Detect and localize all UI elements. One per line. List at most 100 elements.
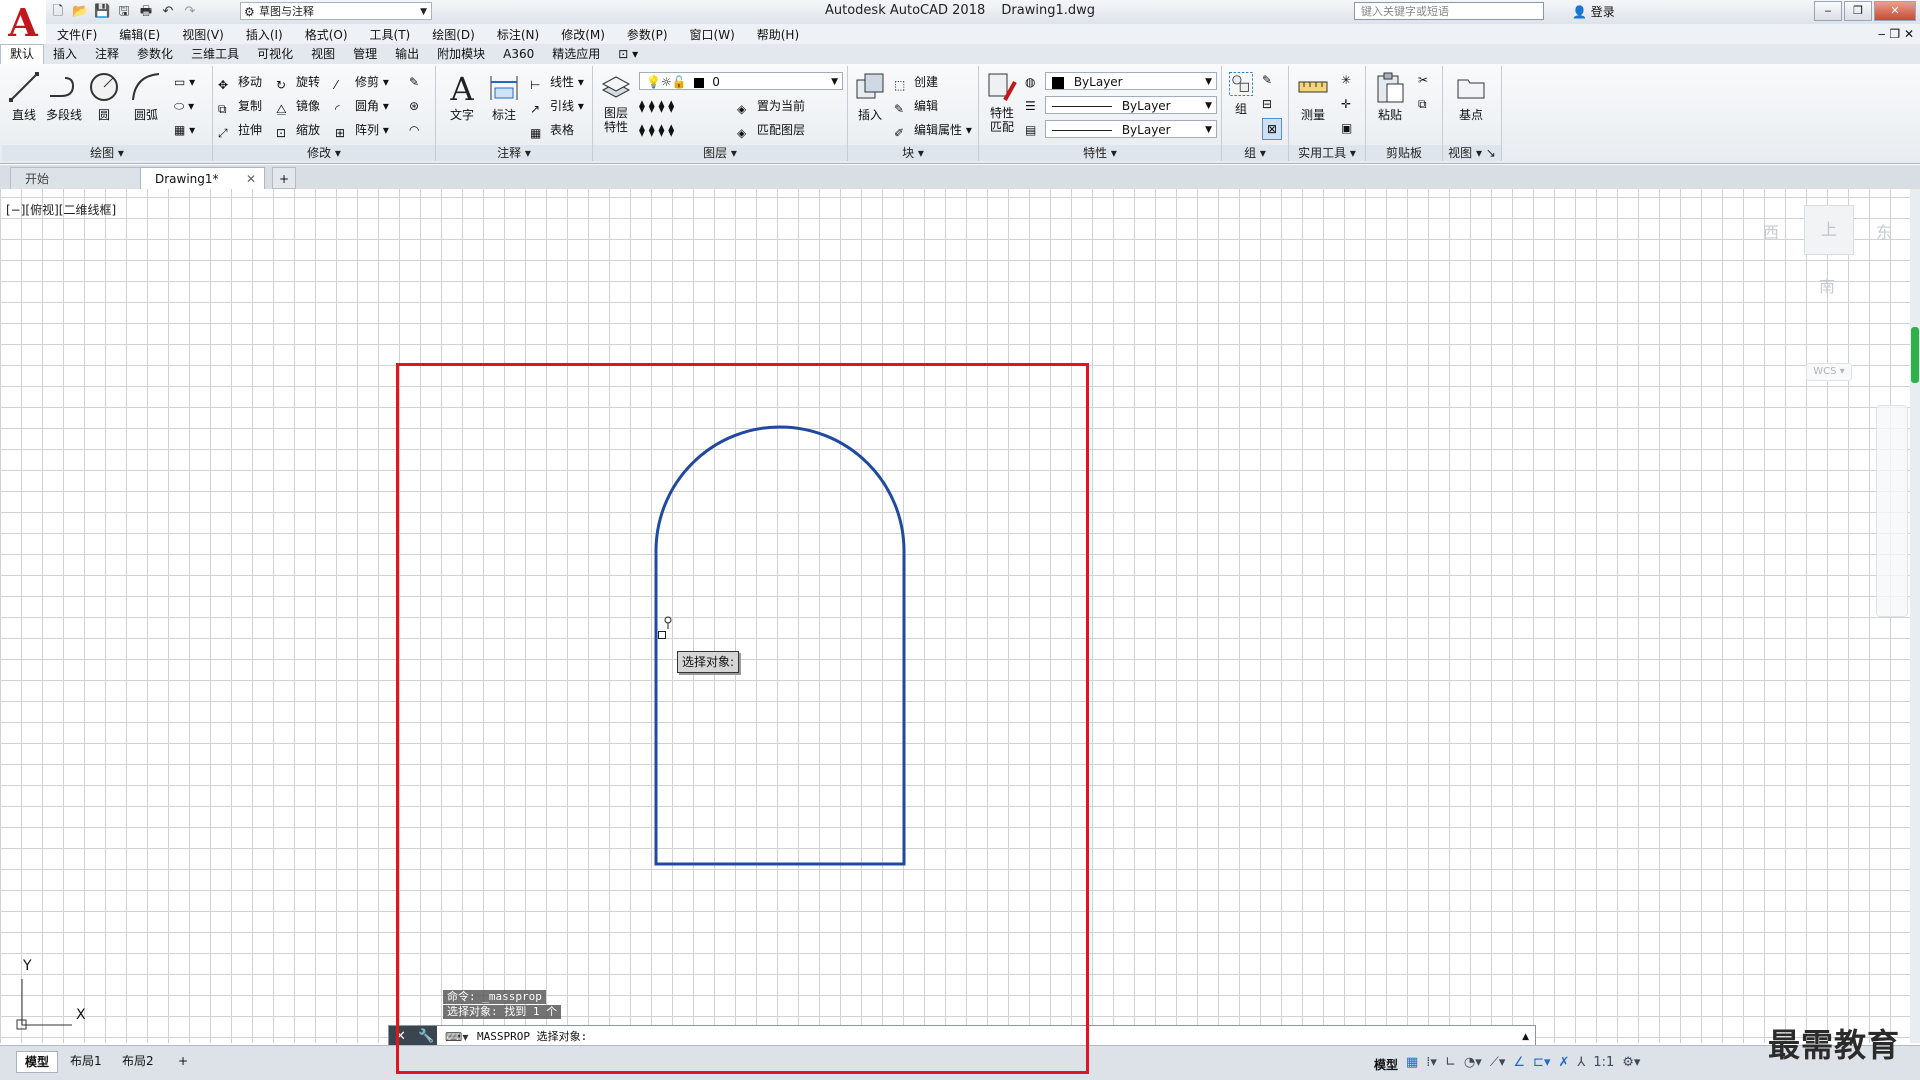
line-button[interactable]: 直线 [4, 70, 44, 123]
layer-properties-button[interactable]: 图层 特性 [595, 70, 637, 134]
scale-button[interactable]: ⊡ 缩放 [276, 120, 320, 140]
group-select-icon[interactable]: ⊠ [1262, 118, 1282, 140]
doc-window-controls[interactable]: ‒ ❐ ✕ [1867, 27, 1920, 41]
scale-label[interactable]: 1:1 [1593, 1055, 1614, 1070]
text-button[interactable]: A 文字 [442, 70, 482, 123]
panel-group-title[interactable]: 组 ▾ [1222, 145, 1288, 161]
new-tab-button[interactable]: + [272, 167, 296, 189]
undo-icon[interactable]: ↶ [160, 4, 176, 20]
close-icon[interactable]: ✕ [246, 168, 256, 190]
table-button[interactable]: ▦ 表格 [530, 120, 574, 140]
menu-modify[interactable]: 修改(M) [550, 26, 616, 43]
tab-parametric[interactable]: 参数化 [128, 45, 182, 64]
ungroup-icon[interactable]: ⊟ [1262, 94, 1272, 114]
panel-draw-title[interactable]: 绘图 ▾ [2, 145, 212, 161]
tab-visualize[interactable]: 可视化 [248, 45, 302, 64]
snap-icon[interactable]: ⁞▾ [1426, 1055, 1437, 1070]
leader-button[interactable]: ↗ 引线 ▾ [530, 96, 584, 116]
panel-clipboard-title[interactable]: 剪贴板 [1366, 145, 1442, 161]
menu-dimension[interactable]: 标注(N) [486, 26, 550, 43]
wcs-menu[interactable]: WCS ▾ [1806, 363, 1852, 381]
panel-layers-title[interactable]: 图层 ▾ [593, 145, 847, 161]
tab-annotate[interactable]: 注释 [86, 45, 128, 64]
insert-block-button[interactable]: 插入 [850, 70, 890, 123]
group-button[interactable]: 组 [1224, 70, 1258, 117]
menu-tools[interactable]: 工具(T) [359, 26, 422, 43]
linetype-select[interactable]: ByLayer ▼ [1045, 96, 1217, 114]
app-menu-button[interactable]: A [0, 0, 46, 46]
login-button[interactable]: 👤 登录 [1572, 3, 1615, 20]
quick-select-icon[interactable]: ✳ [1341, 70, 1351, 90]
restore-button[interactable]: ❐ [1844, 1, 1872, 21]
tab-manage[interactable]: 管理 [344, 45, 386, 64]
rotate-button[interactable]: ↻ 旋转 [276, 72, 320, 92]
panel-properties-title[interactable]: 特性 ▾ [979, 145, 1221, 161]
dyn-icon[interactable]: ⊏▾ [1533, 1055, 1550, 1070]
close-button[interactable]: ✕ [1874, 1, 1916, 21]
move-button[interactable]: ✥ 移动 [218, 72, 262, 92]
cube-south[interactable]: 南 [1819, 273, 1835, 297]
tab-featured-apps[interactable]: 精选应用 [543, 45, 609, 64]
osnap-icon[interactable]: ⟋▾ [1490, 1055, 1506, 1070]
panel-utilities-title[interactable]: 实用工具 ▾ [1289, 145, 1365, 161]
gear-icon[interactable]: ⚙▾ [1622, 1055, 1640, 1070]
redo-icon[interactable]: ↷ [182, 4, 198, 20]
set-current-button[interactable]: ◈ 置为当前 [737, 96, 805, 116]
layer-tools-row2[interactable]: ⧫ ⧫ ⧫ ⧫ [639, 120, 674, 140]
menu-window[interactable]: 窗口(W) [679, 26, 746, 43]
group-edit-icon[interactable]: ✎ [1262, 70, 1272, 90]
stretch-button[interactable]: ⤢ 拉伸 [218, 120, 262, 140]
tab-output[interactable]: 输出 [386, 45, 428, 64]
linear-button[interactable]: ⊢ 线性 ▾ [530, 72, 584, 92]
dimension-button[interactable]: 标注 [484, 70, 524, 123]
ribbon-toggle-icon[interactable]: ⊡ ▾ [609, 45, 647, 64]
match-properties-button[interactable]: 特性 匹配 [981, 70, 1023, 134]
layout-tab-model[interactable]: 模型 [16, 1051, 59, 1073]
tab-view[interactable]: 视图 [302, 45, 344, 64]
search-input[interactable]: 键入关键字或短语 [1354, 2, 1544, 20]
cube-west[interactable]: 西 [1763, 219, 1779, 243]
explode-button[interactable]: ⊛ [409, 96, 419, 116]
layer-tools-row1[interactable]: ⧫ ⧫ ⧫ ⧫ [639, 96, 674, 116]
trim-button[interactable]: ⁄ 修剪 ▾ [335, 72, 389, 92]
ellipse-button[interactable]: ⬭ ▾ [174, 96, 194, 116]
measure-button[interactable]: 测量 [1293, 70, 1333, 123]
tab-insert[interactable]: 插入 [44, 45, 86, 64]
arc-button[interactable]: 圆弧 [126, 70, 166, 123]
tab-start[interactable]: 开始 [10, 167, 145, 189]
workspace-select[interactable]: ⚙ 草图与注释 ▼ [240, 2, 432, 20]
close-icon[interactable]: ✕ [395, 1029, 406, 1044]
vertical-scrollbar[interactable] [1910, 189, 1920, 1043]
cube-east[interactable]: 东 [1876, 219, 1892, 243]
open-file-icon[interactable]: 📂 [72, 4, 88, 20]
menu-draw[interactable]: 绘图(D) [421, 26, 486, 43]
panel-modify-title[interactable]: 修改 ▾ [213, 145, 435, 161]
tab-3d-tools[interactable]: 三维工具 [182, 45, 248, 64]
copy-clip-icon[interactable]: ⧉ [1418, 94, 1427, 114]
panel-annotation-title[interactable]: 注释 ▾ [436, 145, 592, 161]
menu-view[interactable]: 视图(V) [171, 26, 235, 43]
panel-view-title[interactable]: 视图 ▾ ↘ [1443, 145, 1501, 161]
point-icon[interactable]: ✛ [1341, 94, 1351, 114]
edit-block-button[interactable]: ✎ 编辑 [894, 96, 938, 116]
polar-icon[interactable]: ◔▾ [1464, 1055, 1482, 1070]
annotation-visibility-icon[interactable]: ⅄ [1577, 1055, 1585, 1070]
ortho-icon[interactable]: ∟ [1445, 1055, 1456, 1070]
save-as-icon[interactable]: 🖫 [116, 4, 132, 20]
create-block-button[interactable]: ⬚ 创建 [894, 72, 938, 92]
cube-top[interactable]: 上 [1804, 205, 1854, 255]
tab-drawing1[interactable]: Drawing1* ✕ [140, 167, 265, 189]
base-view-button[interactable]: 基点 [1451, 70, 1491, 123]
grid-icon[interactable]: ▦ [1406, 1055, 1418, 1070]
tab-a360[interactable]: A360 [494, 45, 543, 64]
calculator-icon[interactable]: ▣ [1341, 118, 1352, 138]
fillet-button[interactable]: ◜ 圆角 ▾ [335, 96, 389, 116]
tab-addins[interactable]: 附加模块 [428, 45, 494, 64]
save-icon[interactable]: 💾 [94, 4, 110, 20]
edit-attr-button[interactable]: ✐ 编辑属性 ▾ [894, 120, 972, 140]
arch-shape[interactable] [654, 425, 906, 866]
model-space-button[interactable]: 模型 [1374, 1056, 1398, 1073]
layout-tab-1[interactable]: 布局1 [62, 1051, 110, 1071]
erase-button[interactable]: ✎ [409, 72, 419, 92]
hatch-button[interactable]: ▦ ▾ [174, 120, 195, 140]
